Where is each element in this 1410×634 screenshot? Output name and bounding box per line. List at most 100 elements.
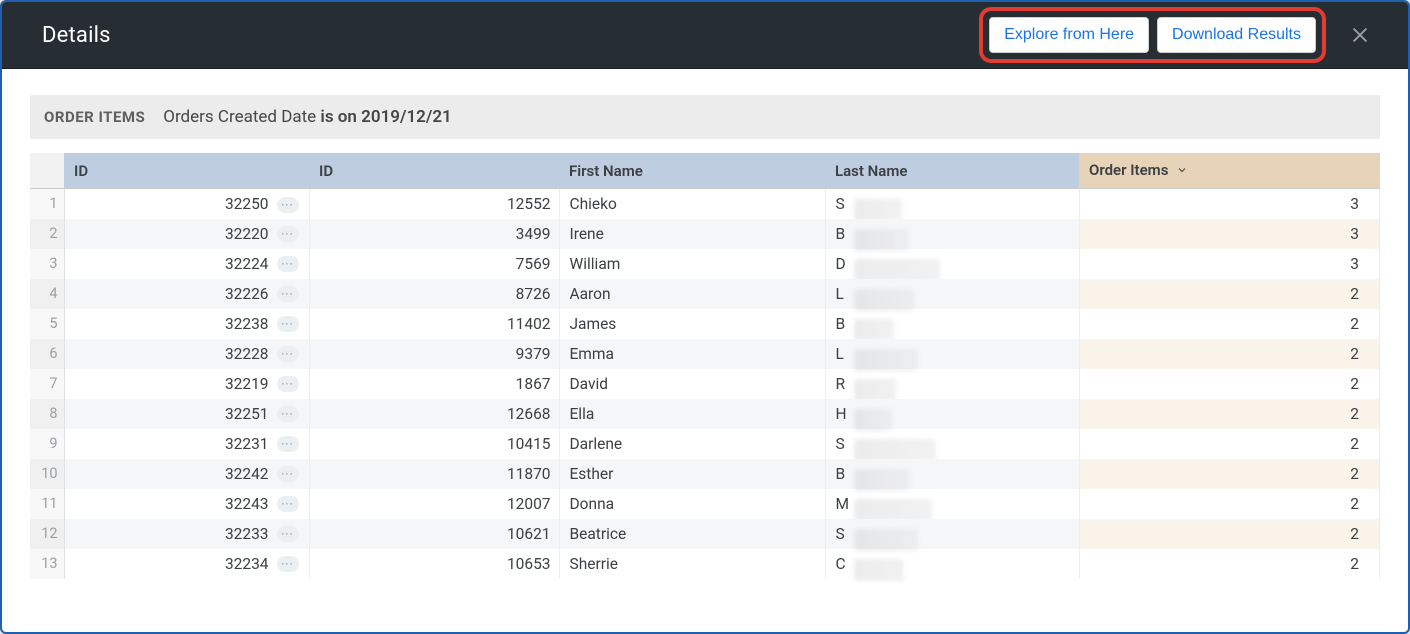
row-actions-icon[interactable]: ··· — [277, 197, 299, 213]
table-row[interactable]: 232220···3499IreneB3 — [30, 219, 1380, 249]
cell-last-name[interactable]: D — [825, 249, 1079, 279]
col-order-items[interactable]: Order Items — [1079, 153, 1380, 189]
cell-first-name[interactable]: Beatrice — [559, 519, 825, 549]
cell-id2[interactable]: 11402 — [309, 309, 559, 339]
col-id1[interactable]: ID — [64, 153, 309, 189]
cell-first-name[interactable]: Chieko — [559, 189, 825, 219]
row-actions-icon[interactable]: ··· — [277, 556, 299, 572]
cell-first-name[interactable]: Sherrie — [559, 549, 825, 579]
cell-last-name[interactable]: L — [825, 339, 1079, 369]
cell-first-name[interactable]: David — [559, 369, 825, 399]
cell-id1[interactable]: 32233··· — [64, 519, 309, 549]
table-row[interactable]: 632228···9379EmmaL2 — [30, 339, 1380, 369]
cell-id2[interactable]: 1867 — [309, 369, 559, 399]
cell-id1[interactable]: 32224··· — [64, 249, 309, 279]
cell-id1[interactable]: 32243··· — [64, 489, 309, 519]
row-actions-icon[interactable]: ··· — [277, 436, 299, 452]
cell-id2[interactable]: 10621 — [309, 519, 559, 549]
cell-id1[interactable]: 32220··· — [64, 219, 309, 249]
row-actions-icon[interactable]: ··· — [277, 406, 299, 422]
cell-last-name[interactable]: B — [825, 459, 1079, 489]
cell-last-name[interactable]: R — [825, 369, 1079, 399]
table-row[interactable]: 1032242···11870EstherB2 — [30, 459, 1380, 489]
cell-order-items[interactable]: 3 — [1079, 249, 1380, 279]
cell-id2[interactable]: 12552 — [309, 189, 559, 219]
row-actions-icon[interactable]: ··· — [277, 496, 299, 512]
cell-first-name[interactable]: Irene — [559, 219, 825, 249]
table-row[interactable]: 1132243···12007DonnaM2 — [30, 489, 1380, 519]
table-row[interactable]: 432226···8726AaronL2 — [30, 279, 1380, 309]
cell-last-name[interactable]: H — [825, 399, 1079, 429]
row-actions-icon[interactable]: ··· — [277, 526, 299, 542]
cell-first-name[interactable]: Emma — [559, 339, 825, 369]
cell-order-items[interactable]: 2 — [1079, 549, 1380, 579]
download-results-button[interactable]: Download Results — [1157, 17, 1316, 53]
cell-id1[interactable]: 32238··· — [64, 309, 309, 339]
cell-first-name[interactable]: Ella — [559, 399, 825, 429]
cell-first-name[interactable]: Esther — [559, 459, 825, 489]
cell-order-items[interactable]: 2 — [1079, 369, 1380, 399]
cell-id2[interactable]: 7569 — [309, 249, 559, 279]
cell-id1[interactable]: 32219··· — [64, 369, 309, 399]
table-row[interactable]: 832251···12668EllaH2 — [30, 399, 1380, 429]
cell-order-items[interactable]: 2 — [1079, 399, 1380, 429]
cell-order-items[interactable]: 2 — [1079, 519, 1380, 549]
cell-id2[interactable]: 10653 — [309, 549, 559, 579]
row-actions-icon[interactable]: ··· — [277, 316, 299, 332]
cell-id2[interactable]: 12007 — [309, 489, 559, 519]
table-row[interactable]: 1332234···10653SherrieC2 — [30, 549, 1380, 579]
row-actions-icon[interactable]: ··· — [277, 226, 299, 242]
cell-id2[interactable]: 3499 — [309, 219, 559, 249]
cell-order-items[interactable]: 2 — [1079, 429, 1380, 459]
cell-first-name[interactable]: William — [559, 249, 825, 279]
cell-last-name[interactable]: S — [825, 189, 1079, 219]
cell-last-name[interactable]: B — [825, 219, 1079, 249]
cell-id1[interactable]: 32234··· — [64, 549, 309, 579]
row-actions-icon[interactable]: ··· — [277, 466, 299, 482]
cell-last-name[interactable]: B — [825, 309, 1079, 339]
cell-last-name[interactable]: S — [825, 429, 1079, 459]
cell-id1[interactable]: 32226··· — [64, 279, 309, 309]
cell-id1[interactable]: 32251··· — [64, 399, 309, 429]
row-actions-icon[interactable]: ··· — [277, 256, 299, 272]
cell-id1[interactable]: 32242··· — [64, 459, 309, 489]
cell-id2[interactable]: 12668 — [309, 399, 559, 429]
row-actions-icon[interactable]: ··· — [277, 346, 299, 362]
close-button[interactable] — [1340, 15, 1380, 55]
cell-order-items[interactable]: 3 — [1079, 189, 1380, 219]
table-row[interactable]: 532238···11402JamesB2 — [30, 309, 1380, 339]
cell-last-name[interactable]: M — [825, 489, 1079, 519]
row-actions-icon[interactable]: ··· — [277, 286, 299, 302]
table-row[interactable]: 132250···12552ChiekoS3 — [30, 189, 1380, 219]
cell-id1[interactable]: 32231··· — [64, 429, 309, 459]
cell-last-name[interactable]: L — [825, 279, 1079, 309]
explore-from-here-button[interactable]: Explore from Here — [989, 17, 1149, 53]
cell-last-name[interactable]: S — [825, 519, 1079, 549]
cell-order-items[interactable]: 2 — [1079, 309, 1380, 339]
cell-order-items[interactable]: 3 — [1079, 219, 1380, 249]
cell-id2[interactable]: 10415 — [309, 429, 559, 459]
cell-first-name[interactable]: Darlene — [559, 429, 825, 459]
cell-id2[interactable]: 8726 — [309, 279, 559, 309]
cell-order-items[interactable]: 2 — [1079, 339, 1380, 369]
cell-order-items[interactable]: 2 — [1079, 279, 1380, 309]
col-first-name[interactable]: First Name — [559, 153, 825, 189]
cell-id1[interactable]: 32250··· — [64, 189, 309, 219]
cell-id1[interactable]: 32228··· — [64, 339, 309, 369]
col-id2[interactable]: ID — [309, 153, 559, 189]
table-row[interactable]: 1232233···10621BeatriceS2 — [30, 519, 1380, 549]
table-row[interactable]: 932231···10415DarleneS2 — [30, 429, 1380, 459]
table-row[interactable]: 732219···1867DavidR2 — [30, 369, 1380, 399]
cell-order-items[interactable]: 2 — [1079, 459, 1380, 489]
cell-id2[interactable]: 9379 — [309, 339, 559, 369]
row-actions-icon[interactable]: ··· — [277, 376, 299, 392]
cell-last-name[interactable]: C — [825, 549, 1079, 579]
cell-order-items[interactable]: 2 — [1079, 489, 1380, 519]
cell-id2[interactable]: 11870 — [309, 459, 559, 489]
col-last-name[interactable]: Last Name — [825, 153, 1079, 189]
cell-first-name[interactable]: James — [559, 309, 825, 339]
cell-first-name[interactable]: Donna — [559, 489, 825, 519]
cell-first-name[interactable]: Aaron — [559, 279, 825, 309]
table-body: 132250···12552ChiekoS3232220···3499Irene… — [30, 189, 1380, 579]
table-row[interactable]: 332224···7569WilliamD3 — [30, 249, 1380, 279]
